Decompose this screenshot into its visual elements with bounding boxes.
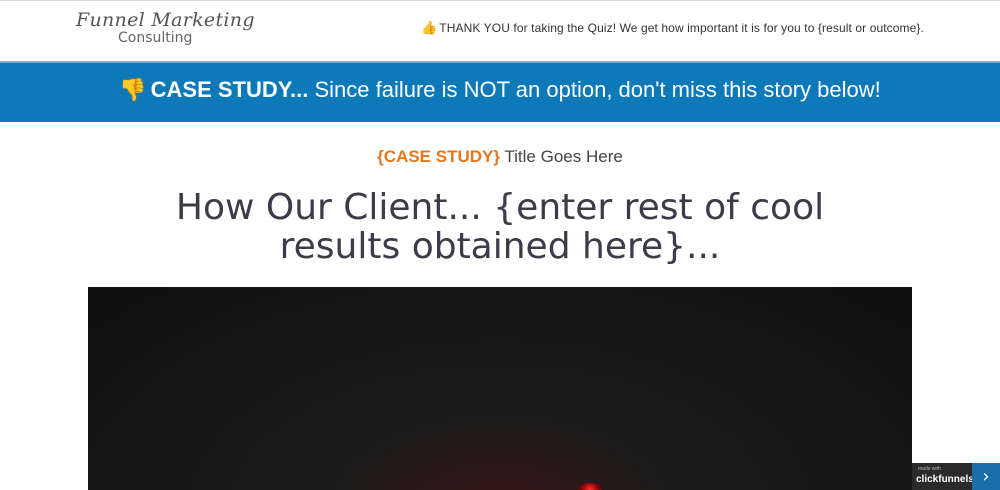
chevron-right-icon[interactable]: › (972, 463, 1000, 490)
thank-you-message: 👍 THANK YOU for taking the Quiz! We get h… (421, 20, 924, 36)
logo-line1: Funnel Marketing (76, 9, 255, 31)
badge-small-text: made with (918, 466, 941, 472)
banner-bold: CASE STUDY... (150, 77, 309, 102)
badge-brand-text: clickfunnels (916, 474, 974, 485)
subtitle-accent: {CASE STUDY} (377, 147, 500, 166)
video-player[interactable] (88, 287, 912, 490)
logo-line2: Consulting (118, 30, 193, 46)
case-study-banner: 👎 CASE STUDY... Since failure is NOT an o… (0, 61, 1000, 122)
subtitle-rest: Title Goes Here (499, 147, 623, 166)
pointing-down-hand-icon: 👎 (119, 77, 147, 102)
banner-text: 👎 CASE STUDY... Since failure is NOT an o… (0, 77, 1000, 103)
thumbs-up-icon: 👍 (421, 20, 438, 35)
clickfunnels-badge[interactable]: made with clickfunnels (912, 463, 974, 490)
video-light-glow (578, 483, 602, 490)
case-study-subtitle: {CASE STUDY} Title Goes Here (0, 147, 1000, 167)
logo[interactable]: Funnel Marketing Consulting (76, 9, 254, 51)
banner-rest: Since failure is NOT an option, don't mi… (308, 77, 881, 102)
top-header: Funnel Marketing Consulting 👍 THANK YOU f… (0, 0, 1000, 61)
thank-you-text: THANK YOU for taking the Quiz! We get ho… (439, 21, 924, 35)
page-headline: How Our Client... {enter rest of cool re… (175, 187, 825, 267)
